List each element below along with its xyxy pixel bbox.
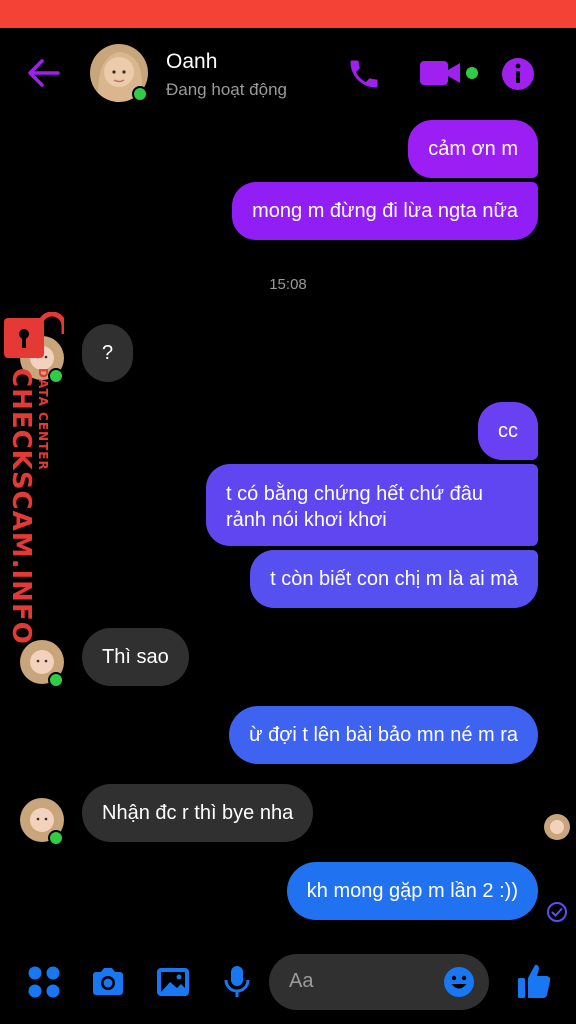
voice-record-button[interactable]: [219, 964, 255, 1000]
chat-header: Oanh Đang hoạt động: [0, 28, 576, 118]
message-text: cc: [498, 420, 518, 442]
message-outgoing[interactable]: cảm ơn m: [408, 120, 538, 178]
like-button[interactable]: [516, 962, 552, 998]
video-camera-icon: [420, 61, 478, 85]
voice-call-button[interactable]: [346, 56, 382, 92]
contact-status: Đang hoạt động: [166, 80, 287, 99]
contact-name[interactable]: Oanh: [166, 50, 217, 74]
message-outgoing[interactable]: t còn biết con chị m là ai mà: [250, 550, 538, 608]
message-input[interactable]: Aa: [269, 954, 489, 1010]
message-text: kh mong gặp m lần 2 :)): [306, 880, 518, 902]
gallery-button[interactable]: [155, 964, 191, 1000]
microphone-icon: [224, 966, 250, 997]
arrow-left-icon: [28, 59, 60, 87]
message-input-placeholder: Aa: [289, 970, 314, 992]
message-incoming[interactable]: Thì sao: [82, 628, 189, 686]
message-text: t còn biết con chị m là ai mà: [270, 568, 518, 590]
message-incoming[interactable]: Nhận đc r thì bye nha: [82, 784, 314, 842]
message-text: Nhận đc r thì bye nha: [102, 802, 294, 824]
menu-button[interactable]: [26, 964, 62, 1000]
composer-bar: Aa: [0, 946, 576, 1024]
phone-icon: [350, 60, 378, 88]
four-dots-icon: [28, 966, 60, 998]
chat-timestamp: 15:08: [269, 276, 307, 293]
watermark-subtext: DATA CENTER: [36, 368, 50, 471]
message-outgoing[interactable]: t có bằng chứng hết chứ đâu rảnh nói khơ…: [206, 464, 538, 546]
watermark-text: CHECKSCAM.INFO: [6, 368, 36, 645]
message-text: mong m đừng đi lừa ngta nữa: [252, 200, 518, 222]
message-text: Thì sao: [102, 646, 169, 668]
message-outgoing[interactable]: ừ đợi t lên bài bảo mn né m ra: [229, 706, 538, 764]
seen-avatar: [544, 814, 570, 840]
message-text: ừ đợi t lên bài bảo mn né m ra: [249, 724, 518, 746]
online-indicator: [132, 86, 148, 102]
emoji-button[interactable]: [443, 966, 475, 998]
message-text: ?: [102, 342, 114, 364]
online-indicator: [48, 672, 64, 688]
message-outgoing[interactable]: kh mong gặp m lần 2 :)): [286, 862, 538, 920]
message-text: t có bằng chứng hết chứ đâu rảnh nói khơ…: [226, 483, 483, 531]
sent-check-icon: [546, 901, 568, 923]
avatar-image: [544, 814, 570, 840]
info-icon: [502, 58, 534, 90]
camera-button[interactable]: [90, 964, 126, 1000]
camera-icon: [93, 968, 123, 995]
message-outgoing[interactable]: mong m đừng đi lừa ngta nữa: [232, 182, 538, 240]
watermark: CHECKSCAM.INFO DATA CENTER: [0, 312, 70, 645]
message-outgoing[interactable]: cc: [478, 402, 538, 460]
thumbs-up-icon: [518, 964, 551, 998]
smiley-icon: [444, 967, 474, 997]
info-button[interactable]: [500, 56, 536, 92]
message-incoming[interactable]: ?: [82, 324, 134, 382]
image-icon: [157, 968, 189, 996]
back-button[interactable]: [24, 58, 64, 88]
online-indicator: [48, 830, 64, 846]
message-text: cảm ơn m: [428, 138, 518, 160]
video-call-button[interactable]: [420, 58, 484, 88]
lock-logo-icon: [4, 312, 64, 358]
status-bar: [0, 0, 576, 28]
